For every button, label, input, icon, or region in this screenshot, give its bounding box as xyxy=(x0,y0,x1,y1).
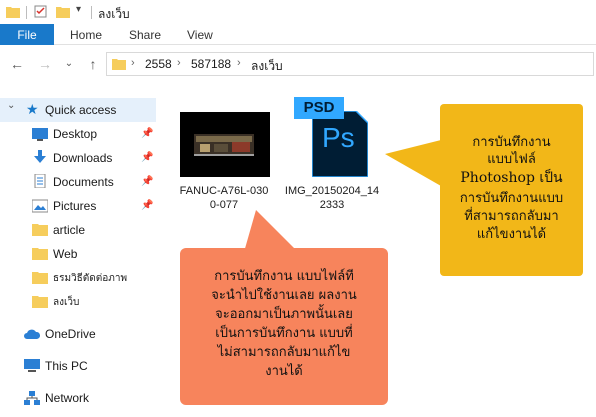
tab-home[interactable]: Home xyxy=(70,24,102,45)
folder-icon xyxy=(32,248,48,260)
callout-text: การบันทึกงานแบบ xyxy=(459,191,564,206)
chevron-right-icon[interactable]: › xyxy=(237,57,241,69)
sidebar-item-this-pc[interactable]: This PC xyxy=(0,354,156,378)
sidebar-item-label: Web xyxy=(53,247,78,261)
sidebar-item-label: Documents xyxy=(53,175,114,189)
sidebar-item-folder[interactable]: ธรมวิธีตัดต่อภาพ xyxy=(0,266,156,290)
callout-text: งานได้ xyxy=(265,364,303,379)
sidebar-item-pictures[interactable]: Pictures 📌 xyxy=(0,194,156,218)
sidebar-item-documents[interactable]: Documents 📌 xyxy=(0,170,156,194)
sidebar-item-label: Network xyxy=(45,391,90,405)
psd-label: PSD xyxy=(294,97,344,119)
sidebar-item-label: Downloads xyxy=(53,151,113,165)
sidebar-item-label: ธรมวิธีตัดต่อภาพ xyxy=(53,273,128,284)
customize-quick-access-icon[interactable]: ▾ xyxy=(76,4,81,15)
photoshop-label: Ps xyxy=(322,122,355,153)
file-name: FANUC-A76L-030 xyxy=(179,185,269,197)
breadcrumb-item[interactable]: 587188 xyxy=(191,57,231,71)
breadcrumb-item[interactable]: 2558 xyxy=(145,57,172,71)
sidebar-item-network[interactable]: Network xyxy=(0,386,156,410)
divider xyxy=(26,6,27,19)
callout-text: แก้ไขงานได้ xyxy=(476,227,547,242)
sidebar-item-label: Quick access xyxy=(45,103,117,117)
file-name: IMG_20150204_14 xyxy=(284,185,380,197)
pictures-icon xyxy=(32,199,48,213)
tab-share[interactable]: Share xyxy=(129,24,161,45)
navigation-bar: ← → ⌄ ↑ › 2558 › 587188 › ลงเว็บ xyxy=(0,46,596,81)
ribbon: File Home Share View xyxy=(0,24,596,45)
sidebar-item-label: Pictures xyxy=(53,199,97,213)
title-bar: ▾ ลงเว็บ xyxy=(0,0,596,25)
callout-pointer xyxy=(244,210,298,252)
folder-icon xyxy=(112,59,126,70)
callout-text: จะออกมาเป็นภาพนั้นเลย xyxy=(215,307,353,322)
callout-text: จะนำไปใช้งานเลย ผลงาน xyxy=(211,288,357,303)
download-icon xyxy=(34,150,46,163)
sidebar-item-desktop[interactable]: Desktop 📌 xyxy=(0,122,156,146)
divider xyxy=(91,6,92,19)
recent-locations-icon[interactable]: ⌄ xyxy=(60,55,78,73)
pin-icon[interactable]: 📌 xyxy=(141,176,153,187)
sidebar-item-label: This PC xyxy=(45,359,88,373)
pin-icon[interactable]: 📌 xyxy=(141,128,153,139)
callout-text: ไม่สามารถกลับมาแก้ไข xyxy=(217,345,351,360)
sidebar-item-quick-access[interactable]: ⌄ ★ Quick access xyxy=(0,98,156,122)
sidebar-item-label: OneDrive xyxy=(45,327,96,341)
callout-text: เป็นการบันทึกงาน แบบที่ xyxy=(215,326,353,341)
forward-arrow-icon[interactable]: → xyxy=(36,55,54,73)
sidebar-item-downloads[interactable]: Downloads 📌 xyxy=(0,146,156,170)
window-title: ลงเว็บ xyxy=(98,7,130,21)
document-icon xyxy=(34,174,46,188)
computer-icon xyxy=(24,359,40,372)
folder-icon xyxy=(32,296,48,308)
file-item-psd[interactable]: PSD Ps IMG_20150204_14 2333 xyxy=(284,92,380,216)
chevron-right-icon[interactable]: › xyxy=(177,57,181,69)
properties-icon[interactable] xyxy=(34,5,48,18)
breadcrumb-item[interactable]: ลงเว็บ xyxy=(251,57,283,76)
up-arrow-icon[interactable]: ↑ xyxy=(84,55,102,73)
cloud-icon xyxy=(24,329,40,339)
image-thumbnail xyxy=(180,112,270,177)
back-arrow-icon[interactable]: ← xyxy=(8,55,26,73)
sidebar-item-onedrive[interactable]: OneDrive xyxy=(0,322,156,346)
folder-icon xyxy=(32,224,48,236)
sidebar-item-article[interactable]: article xyxy=(0,218,156,242)
pin-icon[interactable]: 📌 xyxy=(141,152,153,163)
address-bar[interactable]: › 2558 › 587188 › ลงเว็บ xyxy=(106,52,594,76)
callout-text: Photoshop เป็น xyxy=(460,170,563,186)
callout-orange: การบันทึกงาน แบบไฟล์ที จะนำไปใช้งานเลย ผ… xyxy=(180,248,388,405)
sidebar-item-label: ลงเว็บ xyxy=(53,297,80,308)
callout-text: การบันทึกงาน แบบไฟล์ที xyxy=(214,269,354,284)
tab-file[interactable]: File xyxy=(0,24,54,45)
callout-pointer xyxy=(385,140,441,186)
navigation-pane: ⌄ ★ Quick access Desktop 📌 Downloads 📌 D… xyxy=(0,90,158,417)
callout-text: ที่สามารถกลับมา xyxy=(464,209,559,224)
folder-icon xyxy=(6,7,20,18)
file-item-image[interactable]: FANUC-A76L-030 0-077 xyxy=(176,112,272,216)
sidebar-item-label: article xyxy=(53,223,86,237)
pin-icon[interactable]: 📌 xyxy=(141,200,153,211)
sidebar-item-web[interactable]: Web xyxy=(0,242,156,266)
callout-text: แบบไฟล์ xyxy=(487,152,536,167)
tab-view[interactable]: View xyxy=(187,24,213,45)
new-folder-icon[interactable] xyxy=(56,5,70,18)
psd-icon: PSD Ps xyxy=(294,95,376,177)
folder-icon xyxy=(32,272,48,284)
sidebar-item-folder[interactable]: ลงเว็บ xyxy=(0,290,156,314)
desktop-icon xyxy=(32,128,48,141)
callout-yellow: การบันทึกงาน แบบไฟล์ Photoshop เป็น การบ… xyxy=(440,104,583,276)
chevron-down-icon[interactable]: ⌄ xyxy=(7,100,15,111)
star-icon: ★ xyxy=(26,101,39,117)
chevron-right-icon[interactable]: › xyxy=(131,57,135,69)
network-icon xyxy=(24,391,40,405)
callout-text: การบันทึกงาน xyxy=(472,135,551,150)
sidebar-item-label: Desktop xyxy=(53,127,98,141)
